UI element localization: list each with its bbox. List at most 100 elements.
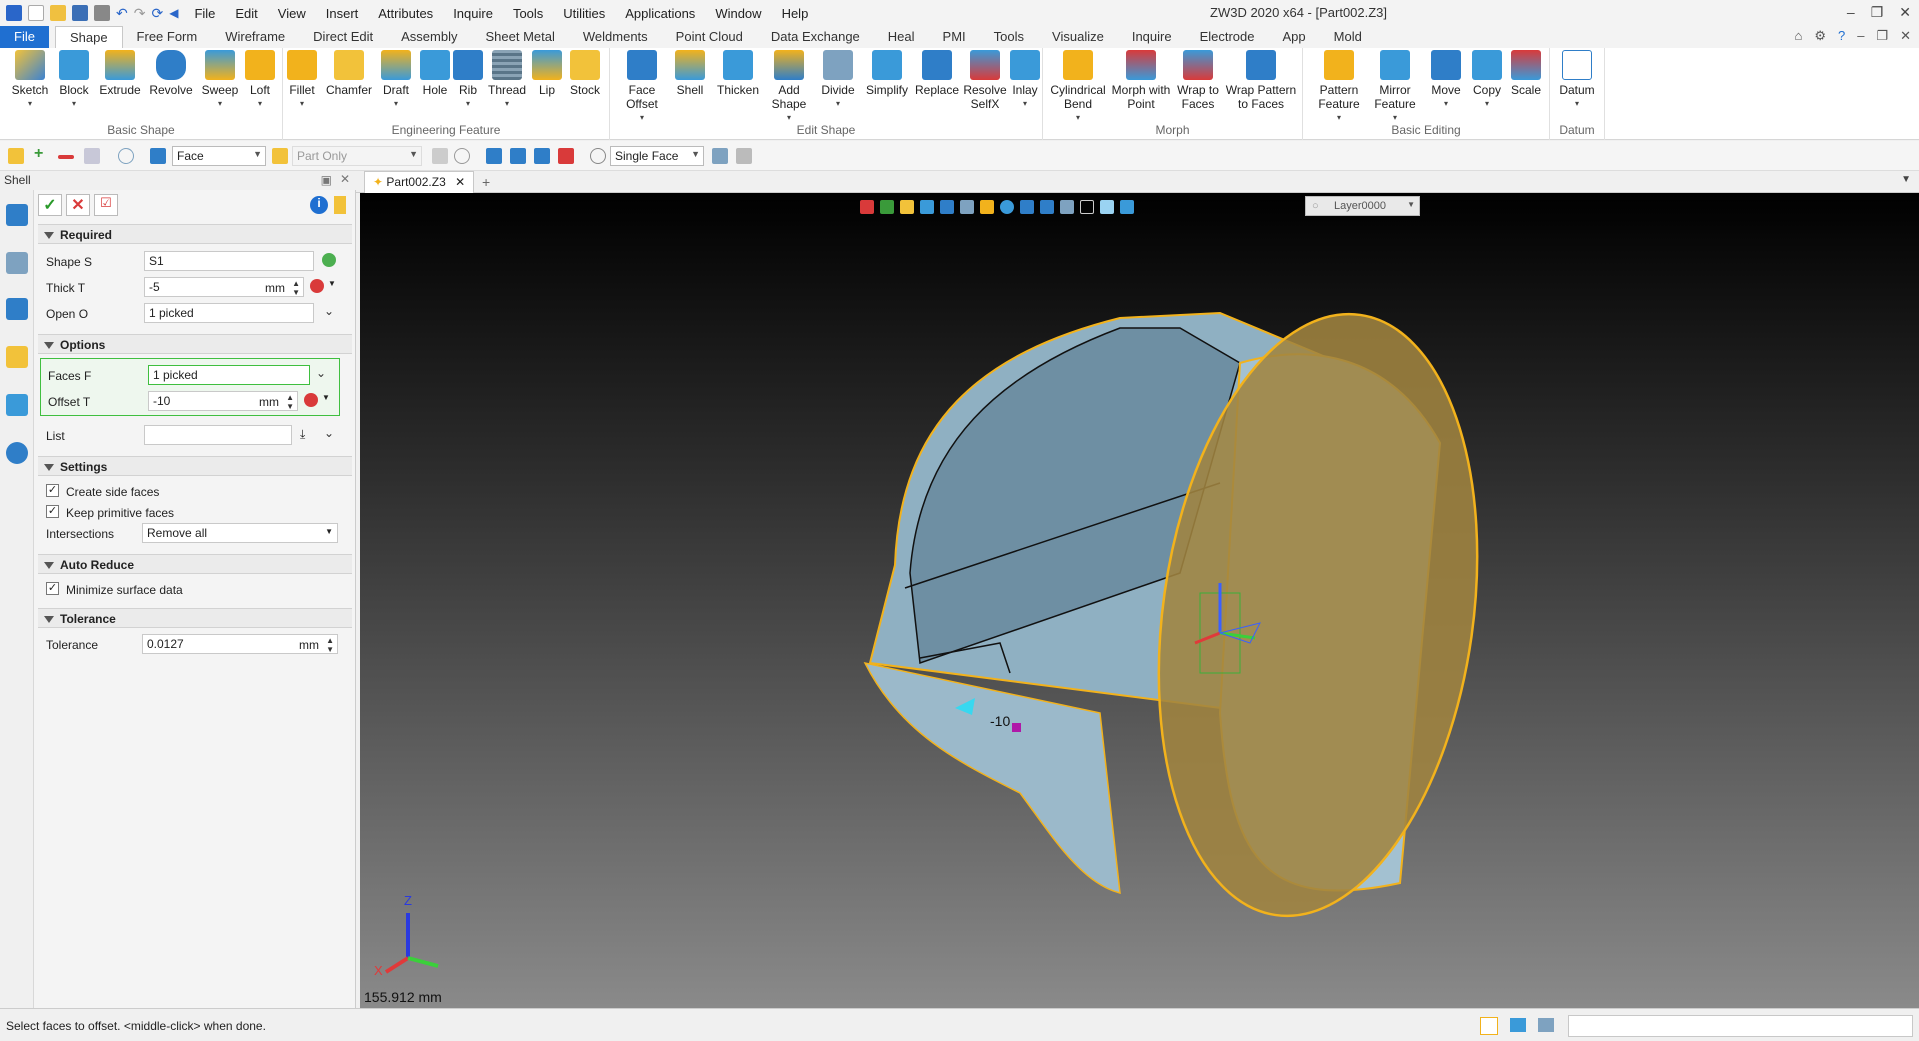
open-input[interactable]: 1 picked [144, 303, 314, 323]
tab-file[interactable]: File [0, 26, 49, 48]
tab-list-chevron-icon[interactable]: ▼ [1901, 174, 1911, 185]
restore-icon[interactable]: ❐ [1871, 4, 1884, 21]
tab-tools[interactable]: Tools [980, 26, 1038, 48]
section-settings[interactable]: Settings [38, 456, 352, 476]
tool-thicken[interactable]: Thicken [712, 50, 764, 97]
clock-icon[interactable] [590, 148, 606, 164]
history-icon[interactable] [6, 252, 28, 274]
part-manager-icon[interactable] [6, 346, 28, 368]
tab-visualize[interactable]: Visualize [1038, 26, 1118, 48]
menu-attributes[interactable]: Attributes [378, 6, 433, 21]
list-input[interactable] [144, 425, 292, 445]
new-tab-icon[interactable]: + [482, 174, 490, 190]
tool-simplify[interactable]: Simplify [860, 50, 914, 97]
tolerance-input[interactable]: 0.0127 mm ▲ ▼ [142, 634, 338, 654]
view-manager-icon[interactable] [6, 394, 28, 416]
offset-stepper[interactable]: ▲ ▼ [286, 393, 294, 411]
menu-window[interactable]: Window [715, 6, 761, 21]
tool-face-offset[interactable]: Face Offset ▾ [618, 50, 666, 125]
remove-icon[interactable] [58, 155, 74, 159]
tab-shape[interactable]: Shape [54, 26, 123, 48]
ok-check-icon[interactable]: ✓ [38, 194, 62, 216]
open-folder-icon[interactable] [50, 5, 66, 21]
pin-icon[interactable]: ▣ [321, 173, 332, 187]
tab-app[interactable]: App [1269, 26, 1320, 48]
close-icon[interactable]: ✕ [1900, 28, 1911, 44]
tab-direct-edit[interactable]: Direct Edit [299, 26, 387, 48]
settings-icon[interactable] [736, 148, 752, 164]
menu-edit[interactable]: Edit [235, 6, 257, 21]
tool-move[interactable]: Move ▾ [1425, 50, 1467, 111]
chevron-down-icon[interactable]: ▼ [328, 279, 336, 288]
red-marker-icon[interactable] [304, 393, 318, 407]
tool-fillet[interactable]: Fillet ▾ [283, 50, 321, 111]
close-icon[interactable]: ✕ [1899, 4, 1911, 21]
redo-icon[interactable]: ↷ [134, 5, 146, 22]
tool-chamfer[interactable]: Chamfer [323, 50, 375, 97]
tab-weldments[interactable]: Weldments [569, 26, 662, 48]
filter-list-icon[interactable] [84, 148, 100, 164]
tab-sheet-metal[interactable]: Sheet Metal [472, 26, 569, 48]
tool-inlay[interactable]: Inlay ▾ [1008, 50, 1042, 111]
intersections-select[interactable]: Remove all ▼ [142, 523, 338, 543]
shell-part-model[interactable] [360, 193, 1919, 1008]
tool-morph-with-point[interactable]: Morph with Point [1109, 50, 1173, 111]
cursor-icon[interactable] [712, 148, 728, 164]
scope-select[interactable]: Part Only ▼ [292, 146, 422, 166]
section-auto-reduce[interactable]: Auto Reduce [38, 554, 352, 574]
pick-filter-select[interactable]: Face ▼ [172, 146, 266, 166]
tolerance-stepper[interactable]: ▲ ▼ [326, 636, 334, 654]
faces-input[interactable]: 1 picked [148, 365, 310, 385]
tab-inquire[interactable]: Inquire [1118, 26, 1186, 48]
minimize-icon[interactable]: – [1847, 4, 1855, 21]
tab-assembly[interactable]: Assembly [387, 26, 471, 48]
apply-icon[interactable]: ☑ [94, 194, 118, 216]
snap-icon[interactable] [454, 148, 470, 164]
section-required[interactable]: Required [38, 224, 352, 244]
minimize-checkbox[interactable]: ✓ [46, 582, 59, 595]
tab-pmi[interactable]: PMI [929, 26, 980, 48]
menu-help[interactable]: Help [782, 6, 809, 21]
command-input[interactable] [1568, 1015, 1913, 1037]
tool-resolve-selfx[interactable]: Resolve SelfX [960, 50, 1010, 111]
create-side-faces-checkbox[interactable]: ✓ [46, 484, 59, 497]
minimize-icon[interactable]: – [1857, 28, 1864, 44]
tool-copy[interactable]: Copy ▾ [1467, 50, 1507, 111]
tab-wireframe[interactable]: Wireframe [211, 26, 299, 48]
menu-applications[interactable]: Applications [625, 6, 695, 21]
refresh-icon[interactable]: ⟳ [151, 5, 163, 22]
tool-wrap-pattern[interactable]: Wrap Pattern to Faces [1223, 50, 1299, 111]
tool-shell[interactable]: Shell [668, 50, 712, 97]
chevron-down-icon[interactable]: ▼ [322, 393, 330, 402]
menu-inquire[interactable]: Inquire [453, 6, 493, 21]
import-icon[interactable]: ⤓ [300, 427, 305, 442]
align-right-icon[interactable] [534, 148, 550, 164]
tool-mirror-feature[interactable]: Mirror Feature ▾ [1367, 50, 1423, 125]
back-icon[interactable]: ◀ [169, 6, 178, 20]
tool-sketch[interactable]: Sketch ▾ [6, 50, 54, 111]
save-icon[interactable] [72, 5, 88, 21]
new-file-icon[interactable] [28, 5, 44, 21]
tool-loft[interactable]: Loft ▾ [242, 50, 278, 111]
double-chevron-down-icon[interactable]: ⌄ [316, 366, 326, 380]
tool-wrap-to-faces[interactable]: Wrap to Faces [1173, 50, 1223, 111]
section-tolerance[interactable]: Tolerance [38, 608, 352, 628]
tool-hole[interactable]: Hole [417, 50, 453, 97]
thick-stepper[interactable]: ▲ ▼ [292, 279, 300, 297]
settings-gear-icon[interactable]: ⚙ [1814, 28, 1826, 44]
pin-icon[interactable]: ⌂ [1794, 28, 1802, 44]
tool-stock[interactable]: Stock [565, 50, 605, 97]
tool-datum[interactable]: Datum ▾ [1554, 50, 1600, 111]
tab-heal[interactable]: Heal [874, 26, 929, 48]
undo-icon[interactable]: ↶ [116, 5, 128, 22]
menu-utilities[interactable]: Utilities [563, 6, 605, 21]
section-options[interactable]: Options [38, 334, 352, 354]
align-left-icon[interactable] [486, 148, 502, 164]
tool-replace[interactable]: Replace [912, 50, 962, 97]
tool-scale[interactable]: Scale [1507, 50, 1545, 97]
feature-manager-icon[interactable] [6, 204, 28, 226]
user-icon[interactable] [6, 442, 28, 464]
tool-rib[interactable]: Rib ▾ [453, 50, 483, 111]
tool-divide[interactable]: Divide ▾ [814, 50, 862, 111]
tool-draft[interactable]: Draft ▾ [377, 50, 415, 111]
